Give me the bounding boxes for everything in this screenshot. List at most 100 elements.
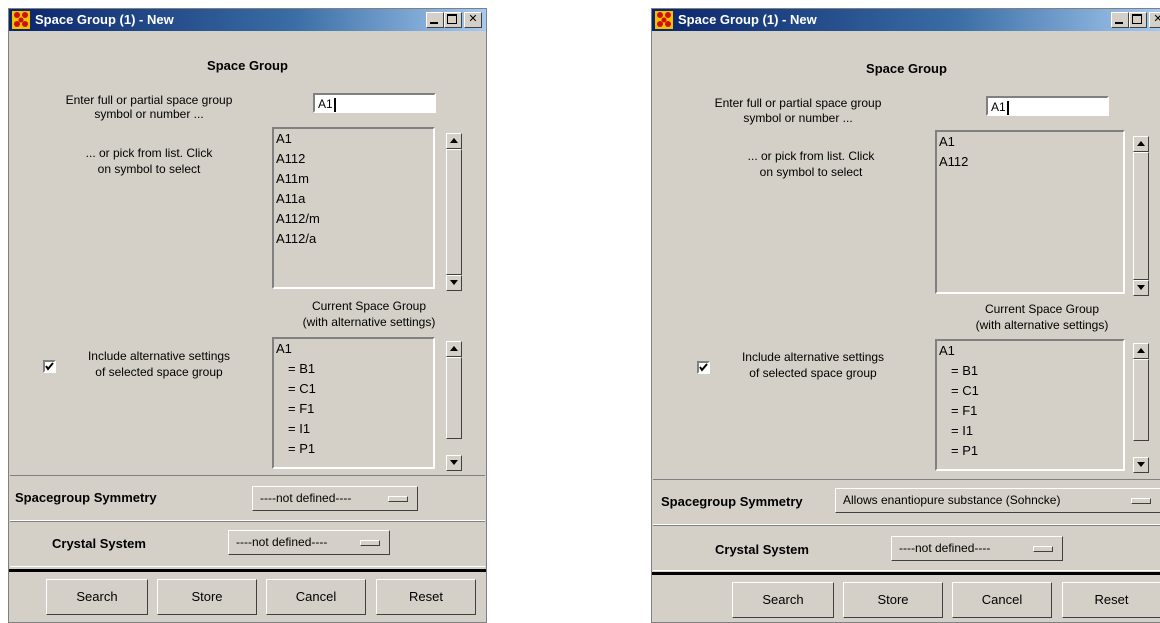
crystal-system-option-menu[interactable]: ----not defined---- (891, 536, 1063, 561)
symbol-list-scrollbar[interactable] (446, 133, 462, 291)
minimize-icon (1115, 22, 1123, 24)
symbol-list-scrollbar[interactable] (1133, 136, 1149, 296)
list-item[interactable]: A11m (274, 169, 433, 189)
list-item[interactable]: A11a (274, 189, 433, 209)
search-prompt-line1: Enter full or partial space group (714, 96, 882, 110)
reset-button[interactable]: Reset (1062, 582, 1160, 618)
arrow-down-icon (450, 280, 458, 285)
list-item[interactable]: = C1 (274, 379, 433, 399)
symbol-list[interactable]: A1 A112 A11m A11a A112/m A112/a (272, 127, 435, 289)
section-title: Space Group (866, 61, 947, 76)
list-item[interactable]: = I1 (274, 419, 433, 439)
scroll-up-button[interactable] (446, 341, 462, 357)
crystal-system-value: ----not defined---- (899, 541, 991, 555)
cancel-button[interactable]: Cancel (266, 579, 366, 615)
text-caret (1006, 100, 1009, 115)
scroll-thumb[interactable] (446, 149, 462, 275)
current-group-label-line2: (with alternative settings) (975, 318, 1109, 332)
list-item[interactable]: A112/a (274, 229, 433, 249)
store-button[interactable]: Store (843, 582, 943, 618)
scroll-up-button[interactable] (1133, 136, 1149, 152)
crystal-system-label: Crystal System (52, 536, 146, 551)
maximize-button[interactable] (444, 12, 462, 28)
dropdown-indicator-icon (1033, 546, 1053, 552)
current-group-label-line1: Current Space Group (984, 302, 1100, 316)
scroll-down-button[interactable] (446, 275, 462, 291)
symmetry-option-menu[interactable]: Allows enantiopure substance (Sohncke) (835, 488, 1160, 513)
crystal-system-value: ----not defined---- (236, 535, 328, 549)
scroll-down-button[interactable] (1133, 457, 1149, 473)
settings-list-scrollbar[interactable] (1133, 343, 1149, 473)
search-button[interactable]: Search (732, 582, 834, 618)
list-item[interactable]: A1 (937, 132, 1123, 152)
list-item[interactable]: = P1 (274, 439, 433, 459)
space-group-search-input[interactable]: A1 (313, 93, 436, 113)
store-button[interactable]: Store (157, 579, 257, 615)
alternative-settings-list[interactable]: A1 = B1 = C1 = F1 = I1 = P1 (272, 337, 435, 469)
crystal-system-option-menu[interactable]: ----not defined---- (228, 530, 390, 555)
settings-list-scrollbar[interactable] (446, 341, 462, 471)
symmetry-panel: Spacegroup Symmetry Allows enantiopure s… (653, 479, 1160, 525)
alternative-settings-list[interactable]: A1 = B1 = C1 = F1 = I1 = P1 (935, 339, 1125, 471)
search-prompt-line2: symbol or number ... (743, 111, 853, 125)
symmetry-panel: Spacegroup Symmetry ----not defined---- (10, 475, 485, 521)
list-item[interactable]: = F1 (937, 401, 1123, 421)
title-bar[interactable]: Space Group (1) - New ✕ (9, 9, 486, 31)
include-alternative-checkbox[interactable] (43, 360, 56, 373)
dropdown-indicator-icon (388, 496, 408, 502)
list-item[interactable]: = B1 (274, 359, 433, 379)
close-button[interactable]: ✕ (1149, 12, 1160, 28)
list-item[interactable]: A1 (274, 339, 433, 359)
crystal-system-label: Crystal System (715, 542, 809, 557)
space-group-search-input[interactable]: A1 (986, 96, 1109, 116)
symmetry-option-menu[interactable]: ----not defined---- (252, 486, 418, 511)
divider (9, 569, 486, 572)
symmetry-label: Spacegroup Symmetry (661, 494, 803, 509)
symmetry-value: Allows enantiopure substance (Sohncke) (843, 493, 1061, 507)
scroll-up-button[interactable] (1133, 343, 1149, 359)
minimize-button[interactable] (426, 12, 444, 28)
scroll-thumb[interactable] (446, 357, 462, 439)
list-item[interactable]: = B1 (937, 361, 1123, 381)
list-item[interactable]: A1 (937, 341, 1123, 361)
scroll-thumb[interactable] (1133, 152, 1149, 280)
minimize-button[interactable] (1111, 12, 1129, 28)
cancel-button[interactable]: Cancel (952, 582, 1052, 618)
maximize-button[interactable] (1129, 12, 1147, 28)
divider (652, 572, 1160, 575)
scroll-down-button[interactable] (1133, 280, 1149, 296)
list-item[interactable]: = I1 (937, 421, 1123, 441)
list-item[interactable]: A1 (274, 129, 433, 149)
list-item[interactable]: A112 (937, 152, 1123, 172)
crystal-panel: Crystal System ----not defined---- (10, 521, 485, 567)
dropdown-indicator-icon (360, 540, 380, 546)
list-item[interactable]: A112 (274, 149, 433, 169)
crystal-panel: Crystal System ----not defined---- (653, 525, 1160, 571)
title-bar[interactable]: Space Group (1) - New ✕ (652, 9, 1160, 31)
pick-hint-line2: on symbol to select (759, 165, 863, 179)
list-item[interactable]: = F1 (274, 399, 433, 419)
reset-button[interactable]: Reset (376, 579, 476, 615)
search-button[interactable]: Search (46, 579, 148, 615)
close-button[interactable]: ✕ (464, 12, 482, 28)
list-item[interactable]: = C1 (937, 381, 1123, 401)
search-input-value: A1 (318, 97, 333, 111)
symbol-list[interactable]: A1 A112 (935, 130, 1125, 294)
current-group-label-line2: (with alternative settings) (302, 315, 436, 329)
scroll-down-button[interactable] (446, 455, 462, 471)
list-item[interactable]: A112/m (274, 209, 433, 229)
arrow-up-icon (1137, 141, 1145, 146)
app-logo-icon (12, 11, 30, 29)
arrow-up-icon (450, 138, 458, 143)
close-icon: ✕ (1153, 13, 1160, 25)
symmetry-value: ----not defined---- (260, 491, 352, 505)
checkmark-icon (45, 362, 54, 371)
scroll-up-button[interactable] (446, 133, 462, 149)
checkmark-icon (699, 363, 708, 372)
list-item[interactable]: = P1 (937, 441, 1123, 461)
pick-hint-line1: ... or pick from list. Click (747, 149, 875, 163)
scroll-thumb[interactable] (1133, 359, 1149, 441)
arrow-down-icon (1137, 285, 1145, 290)
symmetry-label: Spacegroup Symmetry (15, 490, 157, 505)
include-alternative-checkbox[interactable] (697, 361, 710, 374)
